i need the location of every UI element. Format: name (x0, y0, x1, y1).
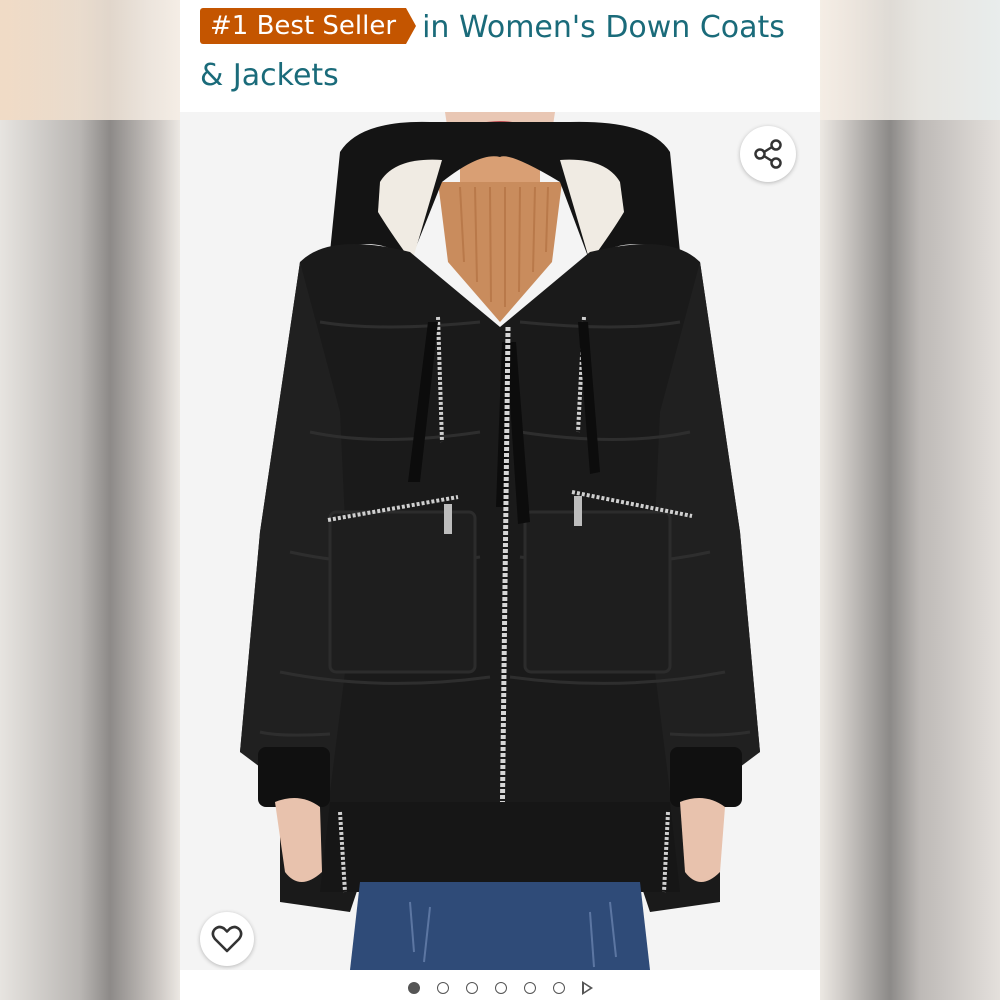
carousel-dot-4[interactable] (494, 982, 507, 994)
best-seller-heading[interactable]: #1 Best Seller in Women's Down Coats & Ja… (200, 4, 810, 100)
product-image[interactable] (180, 112, 820, 970)
best-seller-badge: #1 Best Seller (200, 8, 417, 44)
carousel-dot-3[interactable] (465, 982, 478, 994)
carousel-dot-1[interactable] (407, 982, 420, 994)
share-button[interactable] (740, 126, 796, 182)
image-carousel-indicator (180, 976, 820, 1000)
video-play-icon[interactable] (581, 981, 593, 995)
carousel-dot-2[interactable] (436, 982, 449, 994)
share-icon (754, 139, 782, 169)
carousel-dot-5[interactable] (523, 982, 536, 994)
product-media-card: #1 Best Seller in Women's Down Coats & Ja… (180, 0, 820, 1000)
product-photo-illustration (180, 112, 820, 970)
carousel-dot-6[interactable] (552, 982, 565, 994)
heart-icon (211, 925, 243, 953)
favorite-button[interactable] (200, 912, 254, 966)
